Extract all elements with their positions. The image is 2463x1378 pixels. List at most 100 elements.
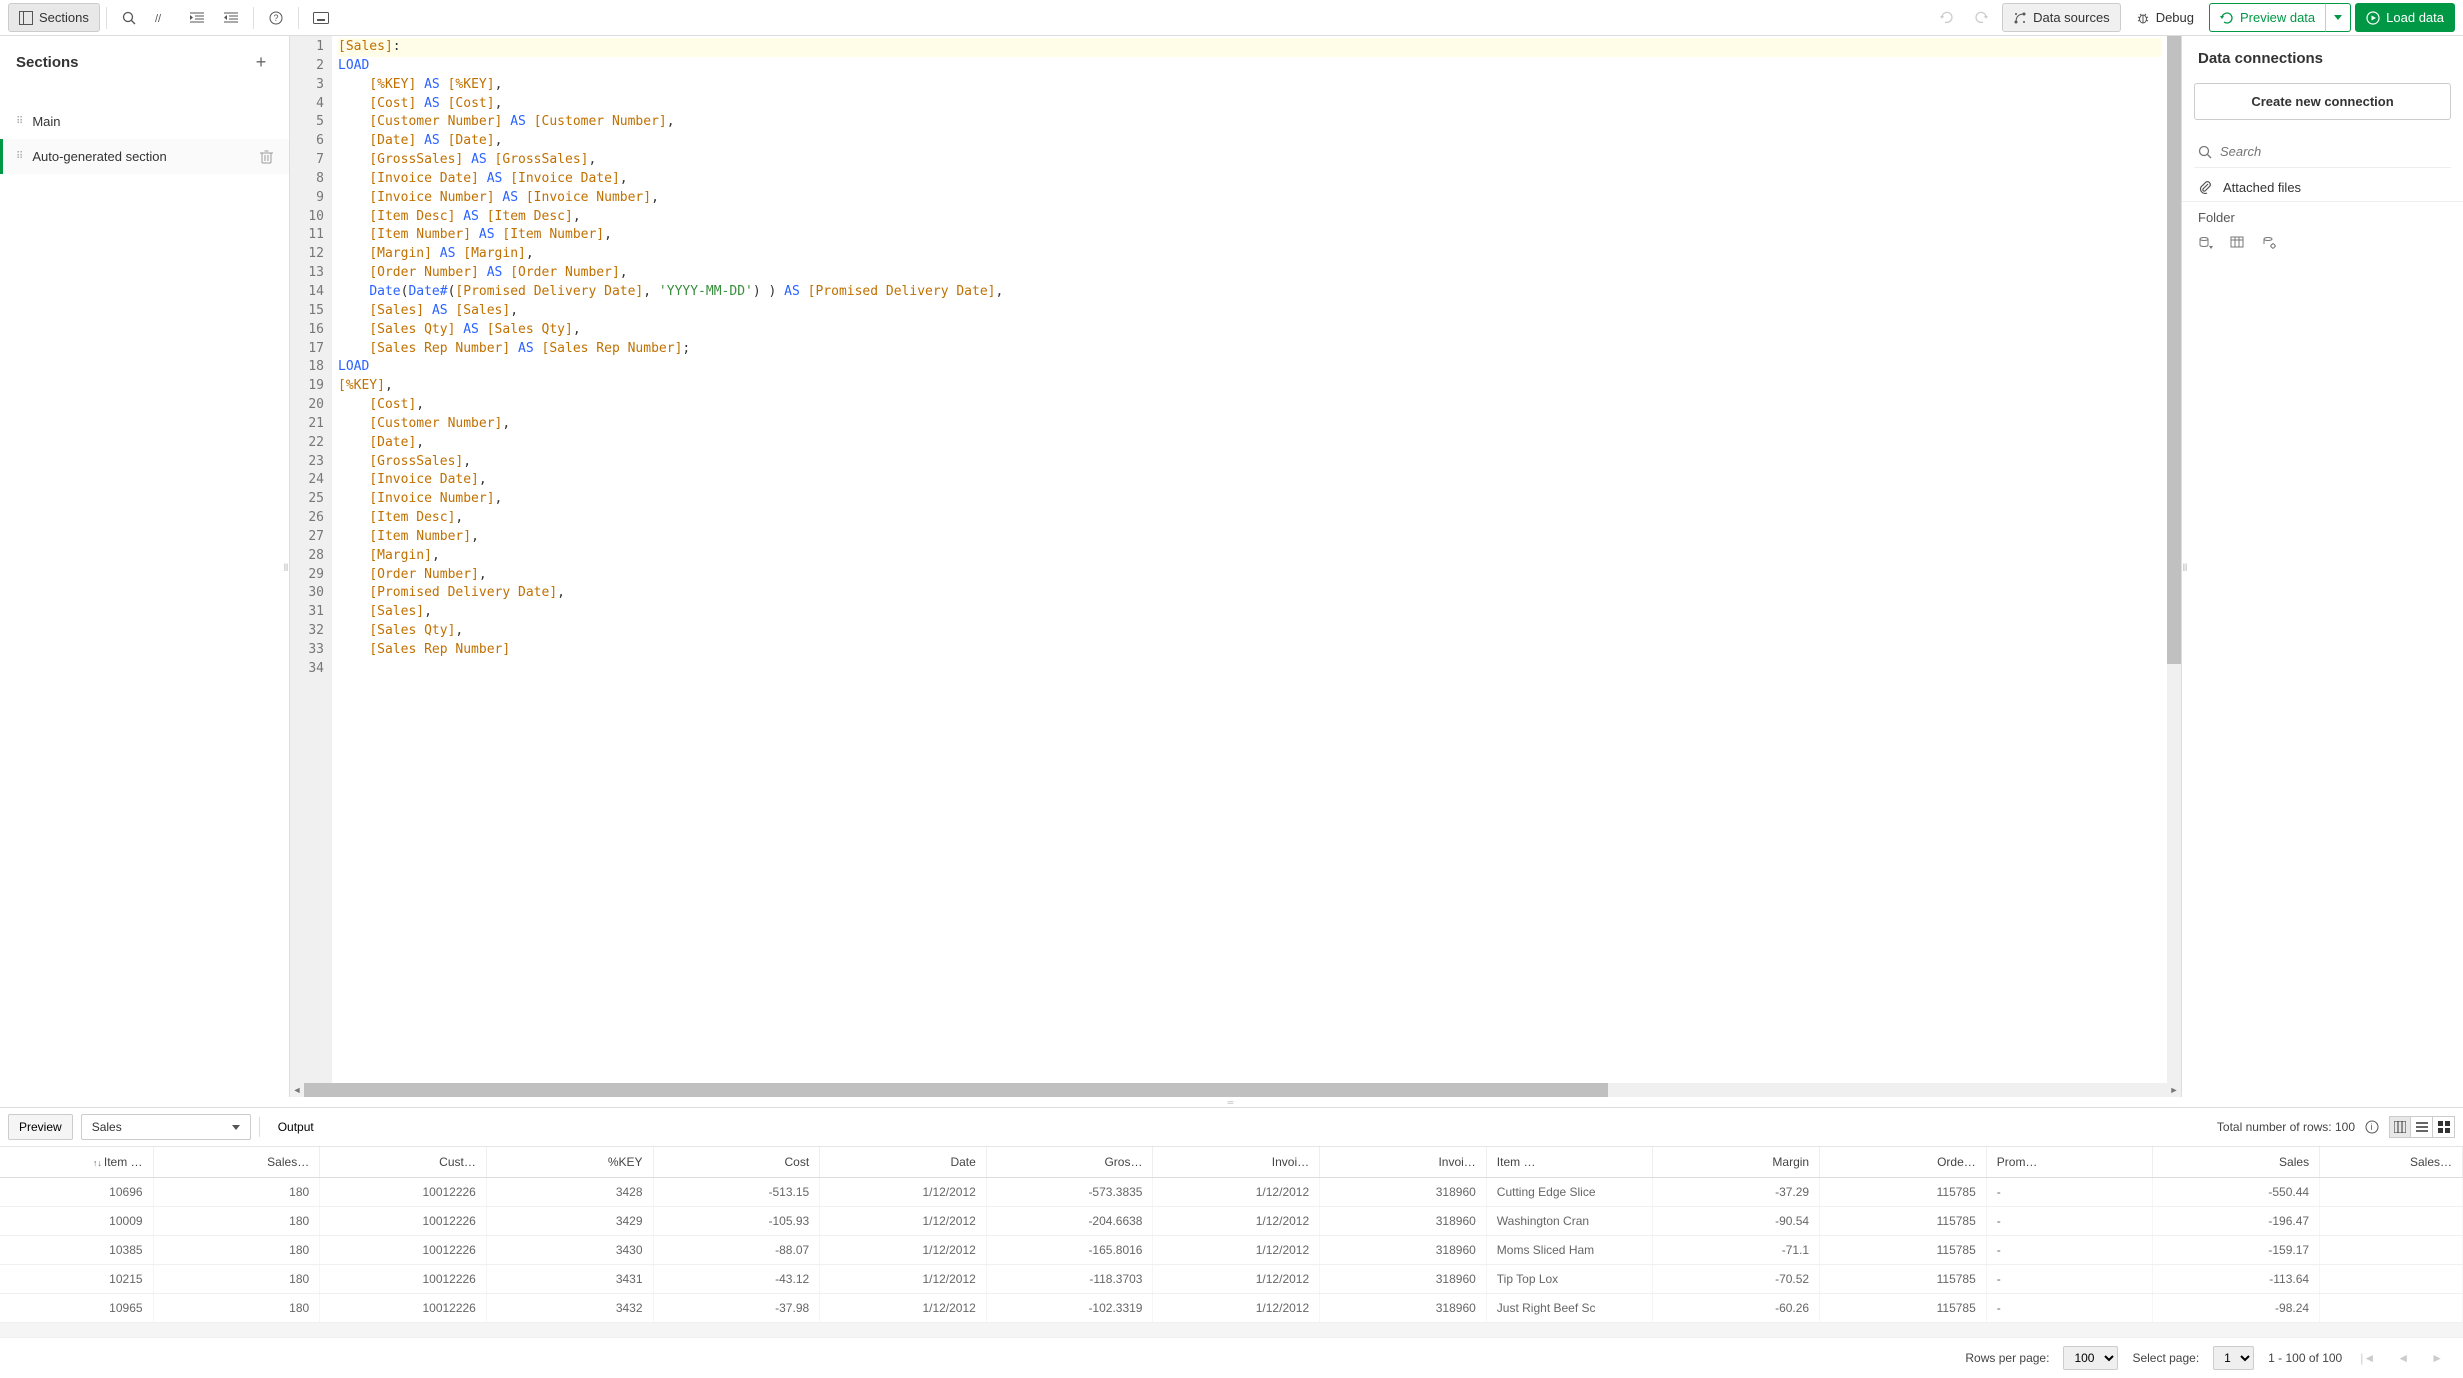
divider xyxy=(106,7,107,29)
table-cell: 3432 xyxy=(486,1294,653,1323)
column-header[interactable]: Invoi… xyxy=(1153,1147,1320,1178)
code-editor[interactable]: 1234567891011121314151617181920212223242… xyxy=(290,36,2181,1083)
table-cell: 10012226 xyxy=(320,1294,487,1323)
editor-horizontal-scrollbar[interactable]: ◄ ► xyxy=(290,1083,2181,1097)
section-name: Auto-generated section xyxy=(32,149,250,164)
column-header[interactable]: Margin xyxy=(1653,1147,1820,1178)
table-cell: 180 xyxy=(153,1236,320,1265)
editor-vertical-scrollbar[interactable] xyxy=(2167,36,2181,1083)
outdent-button[interactable] xyxy=(215,4,247,32)
connections-search[interactable] xyxy=(2194,136,2451,168)
chevron-down-icon xyxy=(2334,15,2342,20)
code-editor-panel: || 1234567891011121314151617181920212223… xyxy=(290,36,2181,1097)
connections-search-input[interactable] xyxy=(2220,144,2447,159)
column-header[interactable]: Invoi… xyxy=(1320,1147,1487,1178)
preview-table[interactable]: ↑↓Item …Sales…Cust…%KEYCostDateGros…Invo… xyxy=(0,1147,2463,1323)
first-page-button[interactable]: |◄ xyxy=(2356,1351,2379,1365)
column-header[interactable]: Sales… xyxy=(153,1147,320,1178)
edit-connection-icon[interactable] xyxy=(2262,235,2278,251)
table-row[interactable]: 10965180100122263432-37.981/12/2012-102.… xyxy=(0,1294,2463,1323)
column-header[interactable]: Item … xyxy=(1486,1147,1653,1178)
sections-toggle-button[interactable]: Sections xyxy=(8,3,100,32)
table-cell: -159.17 xyxy=(2153,1236,2320,1265)
table-cell: -88.07 xyxy=(653,1236,820,1265)
table-cell: 1/12/2012 xyxy=(820,1207,987,1236)
table-cell: 1/12/2012 xyxy=(1153,1178,1320,1207)
select-data-icon[interactable] xyxy=(2230,235,2246,251)
undo-button[interactable] xyxy=(1930,4,1962,32)
column-header[interactable]: %KEY xyxy=(486,1147,653,1178)
drag-handle-icon[interactable]: ⠿ xyxy=(16,116,22,127)
info-button[interactable]: i xyxy=(2365,1120,2379,1134)
keyboard-button[interactable] xyxy=(305,4,337,32)
page-select[interactable]: 1 xyxy=(2213,1346,2254,1370)
rows-per-page-select[interactable]: 100 xyxy=(2063,1346,2118,1370)
create-connection-button[interactable]: Create new connection xyxy=(2194,83,2451,120)
table-cell: -60.26 xyxy=(1653,1294,1820,1323)
load-data-button[interactable]: Load data xyxy=(2355,3,2455,32)
column-header[interactable]: Gros… xyxy=(986,1147,1153,1178)
column-header[interactable]: Cost xyxy=(653,1147,820,1178)
help-button[interactable]: ? xyxy=(260,4,292,32)
table-cell: 1/12/2012 xyxy=(1153,1207,1320,1236)
redo-button[interactable] xyxy=(1966,4,1998,32)
next-page-button[interactable]: ► xyxy=(2427,1351,2447,1365)
table-cell: 115785 xyxy=(1820,1294,1987,1323)
sections-title: Sections xyxy=(16,54,79,71)
toolbar: Sections // ? xyxy=(0,0,2463,36)
section-item[interactable]: ⠿ Main xyxy=(0,104,289,139)
delete-section-button[interactable] xyxy=(260,150,273,164)
table-view-icon xyxy=(2394,1121,2406,1133)
horizontal-splitter[interactable] xyxy=(0,1097,2463,1107)
table-cell: Tip Top Lox xyxy=(1486,1265,1653,1294)
table-cell: 115785 xyxy=(1820,1207,1987,1236)
column-header[interactable]: ↑↓Item … xyxy=(0,1147,153,1178)
view-table-button[interactable] xyxy=(2389,1116,2411,1138)
table-row[interactable]: 10009180100122263429-105.931/12/2012-204… xyxy=(0,1207,2463,1236)
data-sources-button[interactable]: Data sources xyxy=(2002,3,2121,32)
table-row[interactable]: 10385180100122263430-88.071/12/2012-165.… xyxy=(0,1236,2463,1265)
search-button[interactable] xyxy=(113,4,145,32)
view-grid-button[interactable] xyxy=(2433,1116,2455,1138)
table-row[interactable]: 10696180100122263428-513.151/12/2012-573… xyxy=(0,1178,2463,1207)
preview-tab[interactable]: Preview xyxy=(8,1114,73,1140)
indent-button[interactable] xyxy=(181,4,213,32)
drag-handle-icon[interactable]: ⠿ xyxy=(16,151,22,162)
table-horizontal-scrollbar[interactable] xyxy=(0,1323,2463,1337)
column-header[interactable]: Orde… xyxy=(1820,1147,1987,1178)
preview-data-dropdown[interactable] xyxy=(2325,3,2351,32)
insert-script-icon[interactable] xyxy=(2198,235,2214,251)
prev-page-button[interactable]: ◄ xyxy=(2393,1351,2413,1365)
section-item[interactable]: ⠿ Auto-generated section xyxy=(0,139,289,174)
add-section-button[interactable]: + xyxy=(249,50,273,74)
table-row[interactable]: 10215180100122263431-43.121/12/2012-118.… xyxy=(0,1265,2463,1294)
table-cell: 180 xyxy=(153,1178,320,1207)
table-select[interactable]: Sales xyxy=(81,1114,251,1140)
output-tab[interactable]: Output xyxy=(268,1115,324,1139)
right-splitter[interactable]: || xyxy=(2181,562,2189,571)
left-splitter[interactable]: || xyxy=(282,562,290,571)
column-header[interactable]: Cust… xyxy=(320,1147,487,1178)
table-icon xyxy=(2230,235,2246,251)
list-view-icon xyxy=(2416,1121,2428,1133)
comment-icon: // xyxy=(155,11,171,25)
preview-data-button[interactable]: Preview data xyxy=(2209,3,2325,32)
table-cell: -98.24 xyxy=(2153,1294,2320,1323)
table-cell: 180 xyxy=(153,1294,320,1323)
table-cell: 115785 xyxy=(1820,1236,1987,1265)
table-cell: -102.3319 xyxy=(986,1294,1153,1323)
column-header[interactable]: Date xyxy=(820,1147,987,1178)
table-cell: 1/12/2012 xyxy=(820,1294,987,1323)
table-cell: 1/12/2012 xyxy=(820,1236,987,1265)
column-header[interactable]: Prom… xyxy=(1986,1147,2153,1178)
attached-files-row[interactable]: Attached files xyxy=(2182,168,2463,202)
view-list-button[interactable] xyxy=(2411,1116,2433,1138)
comment-button[interactable]: // xyxy=(147,4,179,32)
svg-text://: // xyxy=(155,13,162,25)
column-header[interactable]: Sales xyxy=(2153,1147,2320,1178)
table-cell: 10012226 xyxy=(320,1207,487,1236)
debug-button[interactable]: Debug xyxy=(2125,3,2205,32)
column-header[interactable]: Sales… xyxy=(2320,1147,2463,1178)
table-cell: -118.3703 xyxy=(986,1265,1153,1294)
table-cell: -165.8016 xyxy=(986,1236,1153,1265)
